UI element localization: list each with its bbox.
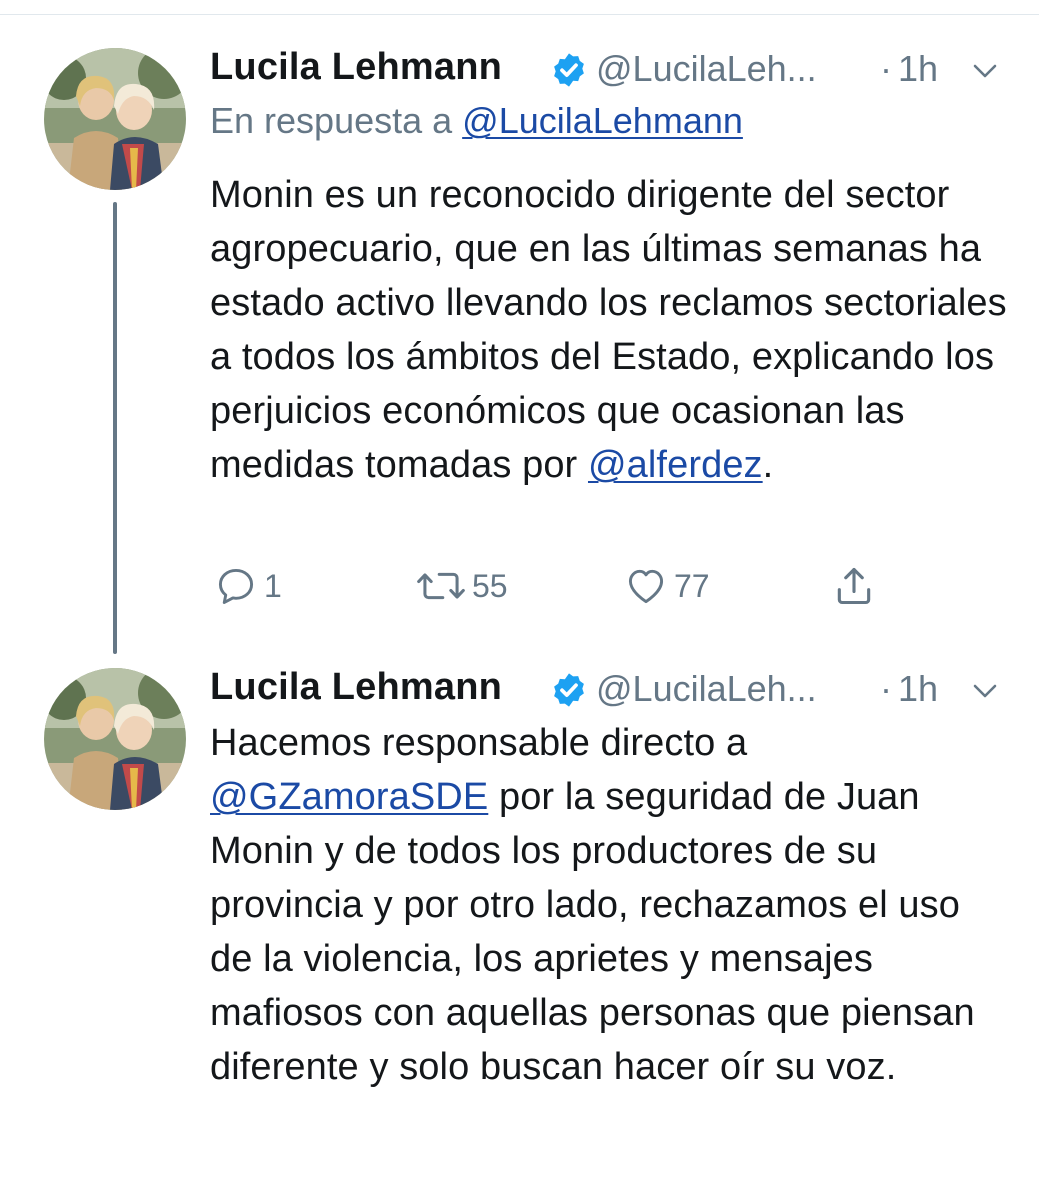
share-icon xyxy=(832,564,876,608)
tweet-text-part: Hacemos responsable directo a xyxy=(210,722,748,764)
separator-dot: · xyxy=(880,48,892,89)
timestamp[interactable]: 1h xyxy=(898,668,938,710)
tweet-text: Hacemos responsable directo a @GZamoraSD… xyxy=(210,716,1010,1094)
tweet-header: Lucila Lehmann @LucilaLeh... · 1h xyxy=(210,660,1010,716)
reply-count: 1 xyxy=(264,567,282,604)
reply-mention-link[interactable]: @LucilaLehmann xyxy=(462,100,743,141)
retweet-button[interactable]: 55 xyxy=(416,562,508,610)
reply-prefix: En respuesta a xyxy=(210,100,453,141)
tweet-text: Monin es un reconocido dirigente del sec… xyxy=(210,168,1010,492)
mention-link[interactable]: @GZamoraSDE xyxy=(210,776,488,818)
tweet-content: Lucila Lehmann @LucilaLeh... · 1h En res… xyxy=(210,40,1010,492)
retweet-icon xyxy=(416,564,466,608)
reply-icon xyxy=(214,564,258,608)
chevron-down-icon[interactable] xyxy=(972,678,998,704)
mention-link[interactable]: @alferdez xyxy=(588,444,763,486)
chevron-down-icon[interactable] xyxy=(972,58,998,84)
tweet-header: Lucila Lehmann @LucilaLeh... · 1h xyxy=(210,40,1010,96)
like-button[interactable]: 77 xyxy=(624,562,710,610)
share-button[interactable] xyxy=(832,562,876,610)
separator-dot: · xyxy=(880,668,892,709)
avatar[interactable] xyxy=(44,668,186,810)
top-divider xyxy=(0,14,1039,15)
tweet-text-part: Monin es un reconocido dirigente del sec… xyxy=(210,174,1007,486)
reply-context: En respuesta a @LucilaLehmann xyxy=(210,100,1010,142)
handle[interactable]: @LucilaLeh... xyxy=(596,668,817,710)
retweet-count: 55 xyxy=(472,567,508,604)
thread-connector-line xyxy=(113,202,117,654)
tweet-content: Lucila Lehmann @LucilaLeh... · 1h Hacemo… xyxy=(210,660,1010,1094)
tweet-actions: 1 55 77 xyxy=(210,562,910,610)
verified-badge-icon xyxy=(550,51,588,89)
display-name[interactable]: Lucila Lehmann xyxy=(210,666,502,709)
tweet-text-part: por la seguridad de Juan Monin y de todo… xyxy=(210,776,975,1088)
heart-icon xyxy=(624,564,668,608)
like-count: 77 xyxy=(674,567,710,604)
handle[interactable]: @LucilaLeh... xyxy=(596,48,817,90)
verified-badge-icon xyxy=(550,671,588,709)
avatar[interactable] xyxy=(44,48,186,190)
reply-button[interactable]: 1 xyxy=(214,562,282,610)
display-name[interactable]: Lucila Lehmann xyxy=(210,46,502,89)
timestamp[interactable]: 1h xyxy=(898,48,938,90)
tweet-text-part: . xyxy=(762,444,774,486)
